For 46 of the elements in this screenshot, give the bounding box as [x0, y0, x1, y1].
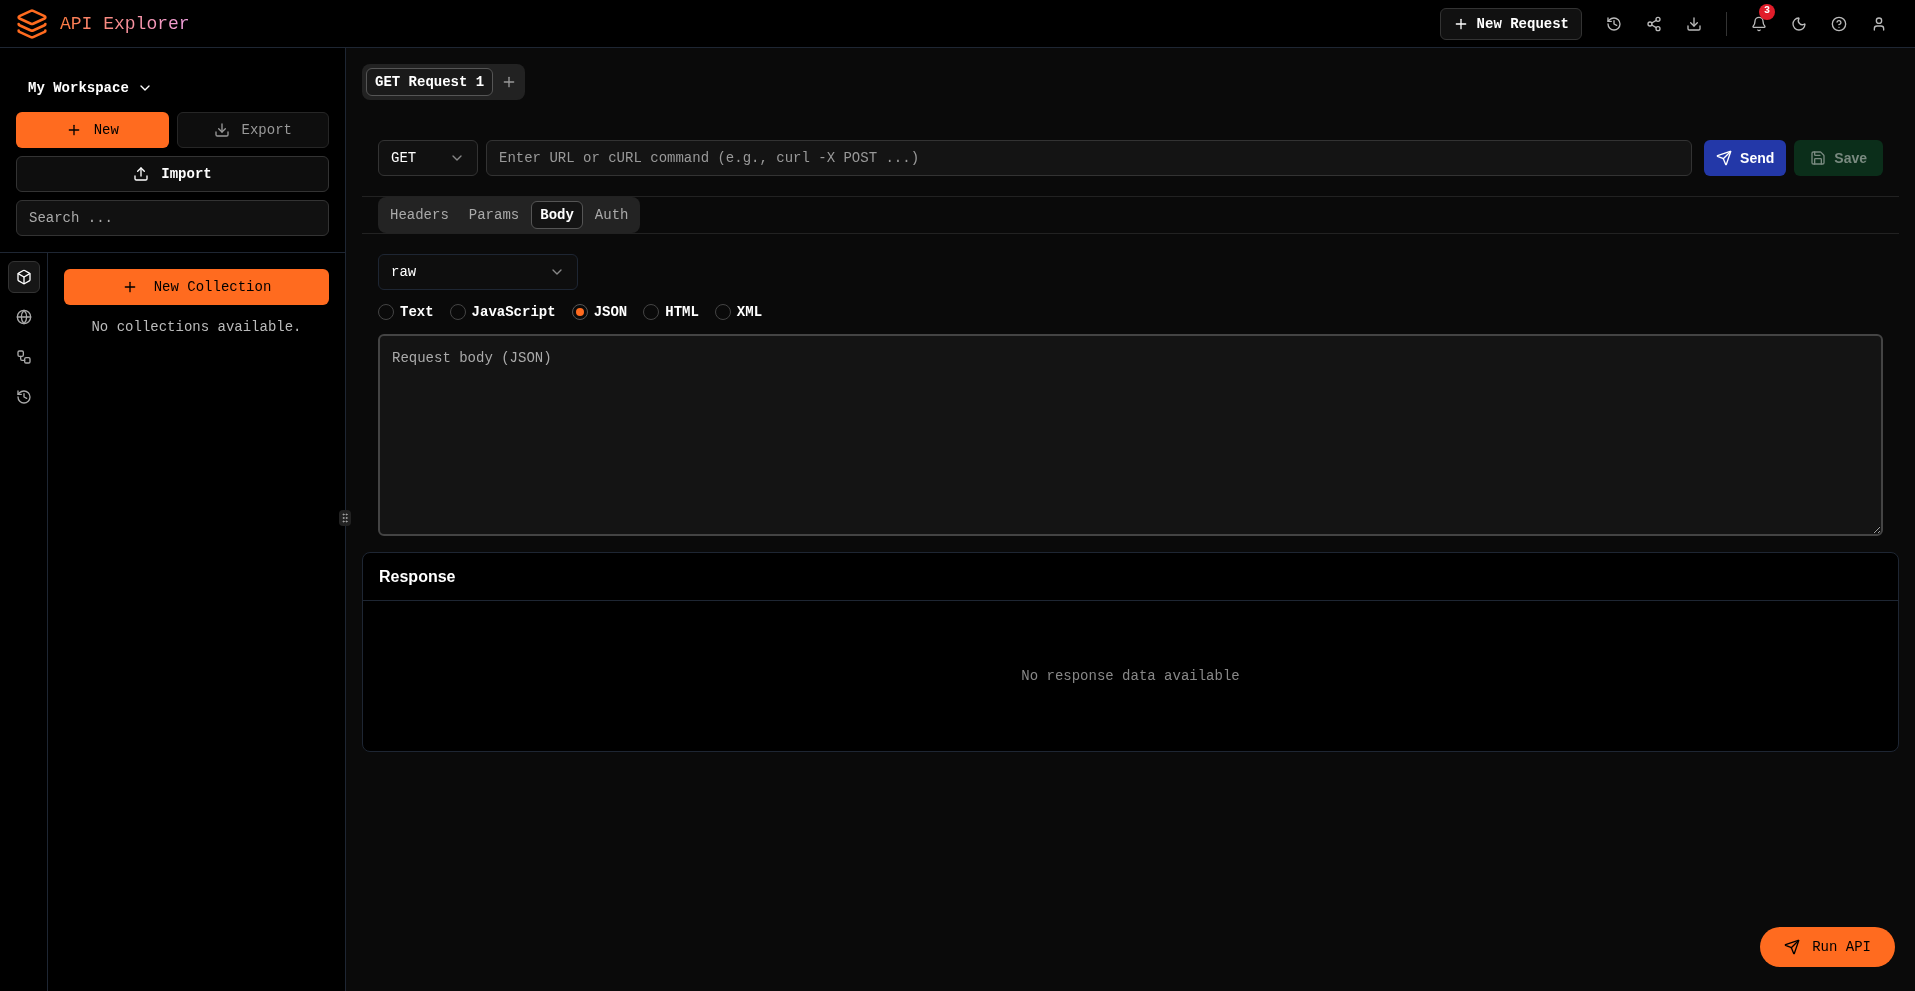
- download-icon[interactable]: [1686, 15, 1702, 32]
- globe-icon: [15, 309, 32, 325]
- download-icon: [213, 122, 230, 138]
- section-tab[interactable]: Params: [460, 201, 528, 229]
- section-tab[interactable]: Auth: [586, 201, 637, 229]
- notification-badge: 3: [1759, 3, 1775, 20]
- send-button[interactable]: Send: [1704, 140, 1787, 176]
- export-button[interactable]: Export: [176, 112, 329, 148]
- cube-icon: [15, 269, 32, 285]
- section-tab[interactable]: Body: [531, 201, 583, 229]
- url-field[interactable]: Enter URL or cURL command (e.g., curl -X POST ...): [486, 140, 1693, 176]
- empty-response-message: No response data available: [1021, 667, 1240, 686]
- format-radio[interactable]: XML: [714, 302, 763, 322]
- new-request-button[interactable]: New Request: [1439, 7, 1582, 40]
- section-tab[interactable]: Headers: [382, 201, 457, 229]
- upload-icon: [133, 166, 150, 182]
- new-collection-button[interactable]: New Collection: [64, 269, 329, 305]
- history-icon[interactable]: [1606, 15, 1622, 32]
- search-field[interactable]: Search ...: [16, 200, 329, 236]
- nodes-icon: [15, 349, 32, 365]
- format-radio[interactable]: HTML: [643, 302, 699, 322]
- save-icon: [1810, 150, 1827, 166]
- history-icon: [15, 389, 32, 405]
- new-button[interactable]: New: [16, 112, 169, 148]
- workspace-dropdown[interactable]: My Workspace: [16, 72, 165, 104]
- request-tab[interactable]: GET Request 1: [366, 68, 494, 96]
- theme-icon[interactable]: [1791, 15, 1807, 32]
- body-type-dropdown[interactable]: raw: [378, 254, 578, 290]
- notification-icon[interactable]: [1751, 15, 1767, 32]
- format-radio[interactable]: Text: [378, 302, 434, 322]
- sidebar-tab[interactable]: [7, 261, 40, 293]
- format-radio[interactable]: JSON: [571, 302, 628, 322]
- format-radio[interactable]: JavaScript: [449, 302, 556, 322]
- share-icon[interactable]: [1646, 15, 1662, 32]
- logo-icon: [16, 7, 48, 40]
- empty-message: No collections available.: [90, 318, 303, 337]
- send-icon: [1784, 939, 1801, 955]
- import-button[interactable]: Import: [16, 156, 329, 192]
- send-icon: [1716, 150, 1733, 166]
- method-dropdown[interactable]: GET: [378, 140, 478, 176]
- response-title: Response: [379, 566, 456, 587]
- resize-handle[interactable]: [339, 510, 351, 526]
- user-icon[interactable]: [1871, 15, 1887, 32]
- body-editor[interactable]: Request body (JSON): [378, 334, 1883, 536]
- help-icon[interactable]: [1831, 15, 1847, 32]
- run-api-button[interactable]: Run API: [1760, 927, 1895, 967]
